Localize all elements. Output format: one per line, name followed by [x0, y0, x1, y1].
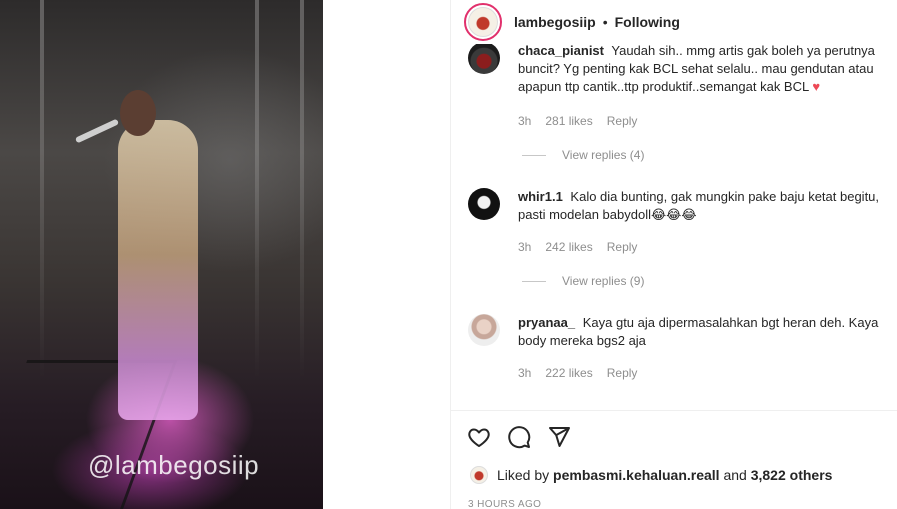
post-timestamp: 3 HOURS AGO [468, 499, 542, 509]
commenter-username[interactable]: chaca_pianist [518, 44, 604, 58]
liked-prefix: Liked by [497, 467, 550, 483]
post-side-panel: lambegosiip • Following chaca_pianist Ya… [450, 0, 897, 509]
replies-divider [522, 154, 546, 156]
laughing-emoji: 😂😂😂 [650, 207, 697, 222]
liker-username[interactable]: pembasmi.kehaluan.reall [553, 467, 720, 483]
commenter-avatar[interactable] [468, 314, 500, 346]
performer-head [120, 90, 156, 136]
comment-body: pryanaa_ Kaya gtu aja dipermasalahkan bg… [518, 314, 896, 350]
speech-bubble-icon[interactable] [507, 425, 531, 449]
comment-time: 3h [518, 114, 532, 128]
post-footer: Liked by pembasmi.kehaluan.reall and 3,8… [451, 410, 897, 509]
commenter-avatar[interactable] [468, 188, 500, 220]
commenter-username[interactable]: whir1.1 [518, 189, 563, 204]
replies-divider [522, 280, 546, 282]
comment-meta: 3h 242 likes Reply [518, 240, 637, 254]
post-video[interactable]: @lambegosiip [0, 0, 323, 509]
video-watermark: @lambegosiip [88, 450, 260, 480]
comment-time: 3h [518, 366, 532, 380]
heart-outline-icon[interactable] [467, 425, 491, 449]
comment-body: chaca_pianist Yaudah sih.. mmg artis gak… [518, 44, 896, 96]
comment-time: 3h [518, 240, 532, 254]
heart-emoji: ♥ [812, 79, 821, 94]
comment-likes[interactable]: 242 likes [545, 240, 592, 254]
stage-light-beam [40, 0, 44, 380]
comments-list[interactable]: chaca_pianist Yaudah sih.. mmg artis gak… [451, 44, 897, 410]
view-replies-button[interactable]: View replies (9) [522, 274, 644, 288]
view-replies-label: View replies (4) [562, 148, 645, 162]
stage-light-beam [255, 0, 259, 380]
header-separator: • [602, 14, 608, 30]
comment-likes[interactable]: 281 likes [545, 114, 592, 128]
stage-light-beam [300, 0, 304, 380]
commenter-username[interactable]: pryanaa_ [518, 315, 575, 330]
performer-figure [118, 120, 198, 420]
microphone [74, 118, 120, 144]
reply-button[interactable]: Reply [607, 366, 638, 380]
liker-avatar[interactable] [470, 466, 488, 484]
commenter-avatar[interactable] [468, 44, 500, 74]
comment-meta: 3h 222 likes Reply [518, 366, 637, 380]
view-replies-button[interactable]: View replies (4) [522, 148, 644, 162]
action-bar [467, 425, 571, 449]
reply-button[interactable]: Reply [607, 114, 638, 128]
comment-text: Kalo dia bunting, gak mungkin pake baju … [518, 189, 880, 222]
liked-by-summary: Liked by pembasmi.kehaluan.reall and 3,8… [470, 466, 832, 484]
author-avatar[interactable] [464, 3, 502, 41]
liked-others-link[interactable]: 3,822 others [751, 467, 833, 483]
reply-button[interactable]: Reply [607, 240, 638, 254]
author-avatar-image [468, 7, 498, 37]
comment-likes[interactable]: 222 likes [545, 366, 592, 380]
author-username[interactable]: lambegosiip [514, 14, 596, 30]
following-button[interactable]: Following [615, 14, 680, 30]
liked-and: and [723, 467, 747, 483]
comment-meta: 3h 281 likes Reply [518, 114, 637, 128]
paper-plane-icon[interactable] [547, 425, 571, 449]
view-replies-label: View replies (9) [562, 274, 645, 288]
comment-body: whir1.1 Kalo dia bunting, gak mungkin pa… [518, 188, 896, 224]
post-header: lambegosiip • Following [451, 0, 897, 44]
